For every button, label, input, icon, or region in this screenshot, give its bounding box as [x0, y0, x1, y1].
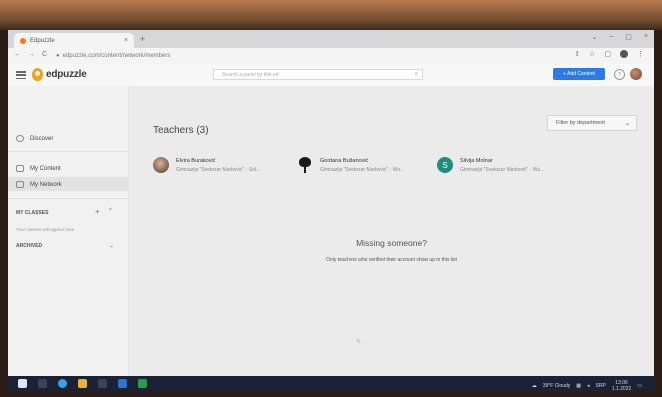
weather-icon: ☁	[531, 383, 537, 389]
network-icon	[16, 181, 24, 188]
edge-icon[interactable]	[58, 379, 67, 388]
nav-buttons: ← → C	[14, 51, 47, 58]
clock-date[interactable]: 1.1.2022	[612, 386, 631, 392]
lock-icon: ●	[56, 53, 60, 59]
file-explorer-icon[interactable]	[78, 379, 87, 388]
logo-text: edpuzzle	[46, 69, 87, 80]
tab-close-icon[interactable]: ×	[124, 37, 128, 44]
hamburger-menu-icon[interactable]	[16, 71, 26, 79]
compass-icon	[16, 135, 24, 142]
collapse-classes-icon[interactable]: ^	[109, 208, 112, 214]
teacher-school: Gimnazija "Svetozar Marković" - Wo...	[320, 166, 405, 173]
menu-icon[interactable]: ⋮	[637, 50, 644, 58]
forward-button[interactable]: →	[28, 51, 35, 58]
add-content-button[interactable]: + Add Content	[553, 68, 605, 80]
search-icon[interactable]: ⌕	[415, 71, 418, 78]
search-placeholder: Search a panel by title etc	[222, 71, 280, 78]
window-controls: ⌄ – ▢ ×	[592, 33, 649, 41]
teacher-name: Silvija Molnar	[460, 157, 493, 164]
search-input[interactable]: Search a panel by title etc ⌕	[213, 69, 423, 80]
tab-strip: Edpuzzle × + ⌄ – ▢ ×	[8, 30, 654, 48]
missing-someone-subtitle: Only teachers who verified their account…	[326, 257, 457, 263]
archived-heading[interactable]: ARCHIVED	[16, 243, 42, 249]
teacher-school: Gimnazija "Svetozar Marković" - Sol...	[176, 166, 261, 173]
help-icon[interactable]: ?	[614, 69, 625, 80]
mouse-cursor-icon: ⇖	[356, 339, 362, 345]
department-filter-select[interactable]: Filter by department ⌄	[547, 115, 637, 131]
url-text: edpuzzle.com/content/network/members	[62, 53, 171, 59]
tree-avatar-icon	[297, 157, 313, 173]
new-tab-button[interactable]: +	[140, 34, 145, 44]
back-button[interactable]: ←	[14, 51, 21, 58]
chrome-icon[interactable]	[138, 379, 147, 388]
teacher-avatar-initial: S	[437, 157, 453, 173]
teacher-card[interactable]: Elvira Buraković Gimnazija "Svetozar Mar…	[153, 157, 260, 173]
teacher-school: Gimnazija "Svetozar Marković" - Wo...	[460, 166, 545, 173]
reload-button[interactable]: C	[42, 51, 47, 58]
expand-archived-icon[interactable]: ⌄	[109, 242, 114, 249]
filter-label: Filter by department	[556, 120, 605, 126]
edpuzzle-favicon-icon	[20, 37, 26, 44]
my-classes-heading: MY CLASSES	[16, 210, 49, 216]
extensions-icon[interactable]: ▢	[604, 50, 611, 58]
star-icon[interactable]: ☆	[589, 50, 595, 58]
classes-placeholder: Your classes will appear here	[16, 227, 75, 232]
network-tray-icon[interactable]: ▦	[576, 383, 581, 389]
sidebar-divider	[8, 198, 128, 199]
browser-tab[interactable]: Edpuzzle ×	[14, 33, 134, 48]
sidebar-item-my-network[interactable]: My Network	[16, 181, 62, 188]
sidebar-divider	[8, 151, 128, 152]
sidebar: Discover My Content My Network MY CLASSE…	[8, 86, 129, 376]
monitor-bezel-left	[0, 30, 8, 397]
url-field[interactable]: ● edpuzzle.com/content/network/members	[56, 51, 536, 61]
teacher-card[interactable]: S Silvija Molnar Gimnazija "Svetozar Mar…	[437, 157, 544, 173]
chevron-down-icon: ⌄	[624, 120, 630, 127]
teacher-avatar	[153, 157, 169, 173]
language-indicator[interactable]: SRP	[596, 383, 606, 389]
sidebar-item-label: My Content	[30, 165, 61, 172]
browser-toolbar: ⇪ ☆ ▢ ⋮	[574, 50, 644, 58]
system-tray: ☁ 39°F Cloudy ▦ ◂ SRP 13:06 1.1.2022 ▭	[532, 380, 642, 392]
app-header: edpuzzle Search a panel by title etc ⌕ +…	[8, 64, 654, 87]
edpuzzle-logo-icon	[32, 68, 43, 81]
teacher-name: Gordana Bušanović	[320, 157, 369, 164]
folder-icon	[16, 165, 24, 172]
search-taskbar-icon[interactable]	[38, 379, 47, 388]
profile-icon[interactable]	[620, 50, 628, 58]
notifications-icon[interactable]: ▭	[637, 383, 642, 389]
user-avatar[interactable]	[630, 68, 642, 80]
sidebar-item-my-content[interactable]: My Content	[16, 165, 61, 172]
main-content: Teachers (3) Filter by department ⌄ Elvi…	[129, 86, 654, 376]
start-icon[interactable]	[18, 379, 27, 388]
weather-text[interactable]: 39°F Cloudy	[543, 383, 571, 389]
maximize-button[interactable]: ▢	[625, 33, 632, 41]
tab-search-icon[interactable]: ⌄	[592, 33, 598, 41]
volume-icon[interactable]: ◂	[587, 383, 590, 389]
sidebar-item-label: Discover	[30, 135, 54, 142]
store-icon[interactable]	[98, 379, 107, 388]
edpuzzle-logo[interactable]: edpuzzle	[32, 68, 87, 81]
monitor-bezel-top	[0, 0, 662, 30]
close-window-button[interactable]: ×	[644, 33, 648, 41]
page-title: Teachers (3)	[153, 125, 209, 136]
teacher-name: Elvira Buraković	[176, 157, 216, 164]
windows-taskbar: ☁ 39°F Cloudy ▦ ◂ SRP 13:06 1.1.2022 ▭	[8, 376, 654, 392]
sidebar-item-discover[interactable]: Discover	[16, 135, 53, 142]
taskbar-apps	[18, 379, 147, 388]
monitor-bezel-right	[654, 30, 662, 397]
mail-icon[interactable]	[118, 379, 127, 388]
screen: Edpuzzle × + ⌄ – ▢ × ← → C ● edpuzzle.co…	[8, 30, 654, 392]
missing-someone-title: Missing someone?	[356, 238, 427, 248]
sidebar-item-label: My Network	[30, 181, 62, 188]
tab-title: Edpuzzle	[30, 37, 55, 44]
address-bar-row: ← → C ● edpuzzle.com/content/network/mem…	[8, 48, 654, 65]
teacher-card[interactable]: Gordana Bušanović Gimnazija "Svetozar Ma…	[297, 157, 404, 173]
share-icon[interactable]: ⇪	[574, 50, 580, 58]
minimize-button[interactable]: –	[609, 33, 613, 41]
add-class-button[interactable]: +	[95, 207, 100, 216]
